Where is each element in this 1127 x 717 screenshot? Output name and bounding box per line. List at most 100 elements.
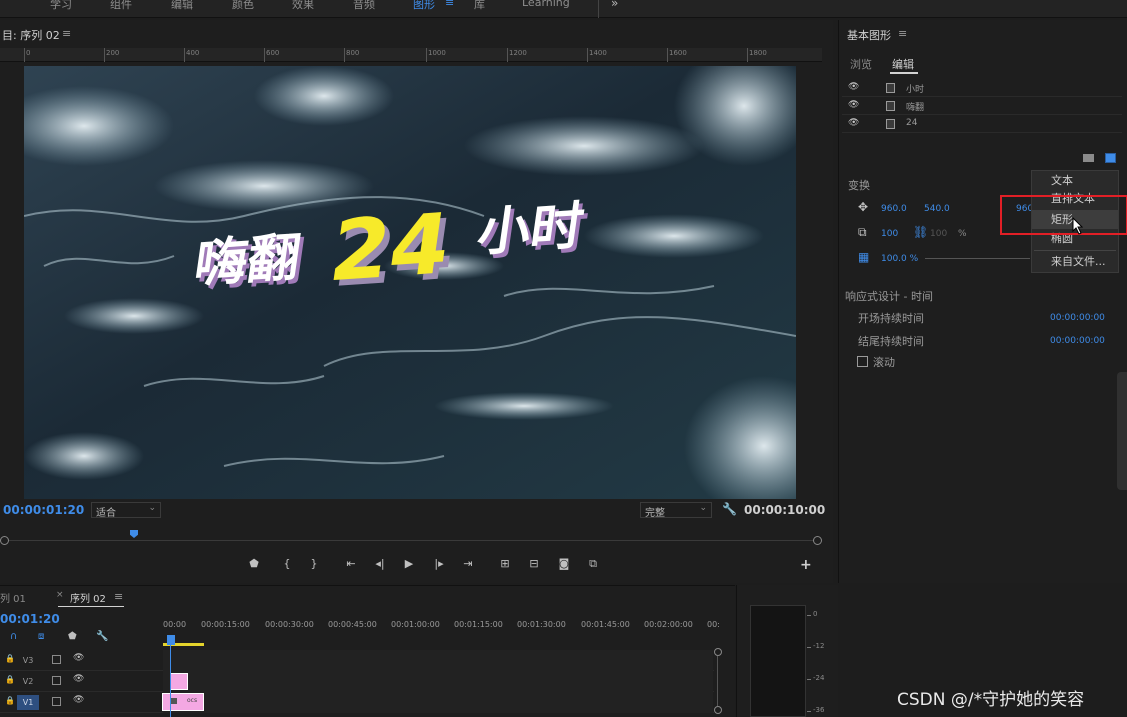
- workspace-tab-learn[interactable]: 学习: [50, 0, 72, 12]
- overwrite-icon[interactable]: ⊟: [525, 555, 543, 573]
- intro-duration-value[interactable]: 00:00:00:00: [1050, 313, 1105, 323]
- menu-item-from-file[interactable]: 来自文件...: [1032, 252, 1118, 271]
- workspace-tab-editing[interactable]: 编辑: [171, 0, 193, 12]
- zoom-fit-select[interactable]: 适合 ⌄: [91, 502, 161, 519]
- insert-icon[interactable]: ⊞: [496, 555, 514, 573]
- panel-menu-icon[interactable]: ≡: [898, 27, 907, 40]
- workspace-bar: 学习 组件 编辑 颜色 效果 音频 图形 ≡ 库 Learning »: [0, 0, 1127, 18]
- marker-icon[interactable]: ⬟: [245, 555, 263, 573]
- step-back-icon[interactable]: ◂|: [371, 555, 389, 573]
- timeline-vertical-scroll[interactable]: [714, 648, 722, 714]
- workspace-tab-assembly[interactable]: 组件: [110, 0, 132, 12]
- timeline-timecode[interactable]: 00:01:20: [0, 612, 60, 626]
- track-name[interactable]: V3: [17, 653, 39, 668]
- graphic-clip-v2[interactable]: [170, 673, 188, 690]
- workspace-tab-audio[interactable]: 音频: [353, 0, 375, 12]
- sync-lock-icon[interactable]: [52, 697, 61, 706]
- folder-icon[interactable]: [1083, 154, 1094, 162]
- link-icon[interactable]: ⛓: [913, 225, 928, 239]
- camera-icon[interactable]: ◙: [555, 555, 573, 573]
- workspace-menu-icon[interactable]: ≡: [445, 0, 454, 9]
- add-marker-icon[interactable]: ⬟: [68, 631, 77, 642]
- lock-icon[interactable]: 🔒: [5, 675, 15, 684]
- essential-graphics-title[interactable]: 基本图形: [847, 27, 891, 43]
- double-chevron-right-icon[interactable]: »: [611, 0, 618, 10]
- sync-lock-icon[interactable]: [52, 655, 61, 664]
- panel-menu-icon[interactable]: ≡: [62, 27, 71, 40]
- panel-menu-icon[interactable]: ≡: [114, 590, 123, 603]
- scroll-handle-top[interactable]: [714, 648, 722, 656]
- wrench-icon[interactable]: 🔧: [722, 502, 737, 516]
- track-lane[interactable]: [163, 692, 713, 713]
- eye-icon[interactable]: 👁: [848, 118, 859, 128]
- eye-icon[interactable]: 👁: [73, 653, 84, 663]
- opacity-value[interactable]: 100.0 %: [881, 254, 918, 264]
- mark-in-icon[interactable]: {: [278, 555, 296, 573]
- eye-icon[interactable]: 👁: [848, 82, 859, 92]
- play-icon[interactable]: ▶: [400, 555, 418, 573]
- playhead-timecode[interactable]: 00:00:01:20: [3, 503, 84, 517]
- scale-value[interactable]: 100: [881, 229, 898, 239]
- scroll-handle-bottom[interactable]: [714, 706, 722, 714]
- opacity-slider[interactable]: [925, 258, 1030, 259]
- new-layer-icon[interactable]: [1105, 153, 1116, 163]
- ruler-tick: 1800: [749, 49, 767, 57]
- menu-item-text[interactable]: 文本: [1032, 171, 1118, 190]
- add-button-icon[interactable]: +: [800, 557, 812, 573]
- timeline-tools: ∩ ⧈ ⬟ 🔧: [8, 631, 118, 645]
- snap-icon[interactable]: ∩: [10, 631, 17, 642]
- tab-edit[interactable]: 编辑: [892, 56, 914, 72]
- ocean-footage-frame: 嗨翻 嗨翻 24 24 小时 小时: [24, 66, 796, 499]
- go-to-out-icon[interactable]: ⇥: [459, 555, 477, 573]
- video-clip-v1[interactable]: ocs: [162, 693, 204, 711]
- meter-tick: [807, 711, 811, 712]
- scrubber-end-handle[interactable]: [813, 536, 822, 545]
- eye-icon[interactable]: 👁: [73, 674, 84, 684]
- track-name[interactable]: V1: [17, 695, 39, 710]
- video-canvas[interactable]: 嗨翻 嗨翻 24 24 小时 小时: [24, 66, 796, 499]
- workspace-tab-color[interactable]: 颜色: [232, 0, 254, 12]
- tab-browse[interactable]: 浏览: [850, 56, 872, 72]
- track-lane[interactable]: [163, 650, 713, 671]
- program-monitor-tab[interactable]: 目: 序列 02: [2, 27, 60, 43]
- ruler-tick: 400: [186, 49, 200, 57]
- step-forward-icon[interactable]: |▸: [430, 555, 448, 573]
- go-to-in-icon[interactable]: ⇤: [342, 555, 360, 573]
- scrubber-start-handle[interactable]: [0, 536, 9, 545]
- position-x-value[interactable]: 960.0: [881, 204, 907, 214]
- workspace-tab-effects[interactable]: 效果: [292, 0, 314, 12]
- mark-out-icon[interactable]: }: [305, 555, 323, 573]
- linked-selection-icon[interactable]: ⧈: [38, 631, 44, 642]
- ruler-tick: 0: [26, 49, 31, 57]
- workspace-tab-graphics[interactable]: 图形: [413, 0, 435, 12]
- wrench-icon[interactable]: 🔧: [96, 631, 108, 642]
- layer-item[interactable]: 👁 嗨翻: [842, 98, 1122, 115]
- workspace-tab-learning[interactable]: Learning: [522, 0, 570, 9]
- workspace-tab-libraries[interactable]: 库: [474, 0, 485, 12]
- track-name[interactable]: V2: [17, 674, 39, 689]
- ruler-line: [264, 48, 265, 62]
- position-y-value[interactable]: 540.0: [924, 204, 950, 214]
- lock-icon[interactable]: 🔒: [5, 654, 15, 663]
- scrubber-playhead[interactable]: [130, 530, 138, 538]
- close-icon[interactable]: ×: [56, 590, 64, 600]
- roll-checkbox[interactable]: [857, 356, 868, 367]
- panel-scroll-handle[interactable]: [1117, 372, 1127, 490]
- compare-icon[interactable]: ⧉: [584, 555, 602, 573]
- tab-sequence-01[interactable]: 列 01: [0, 590, 26, 605]
- timeline-ruler[interactable]: 00:00 00:00:15:00 00:00:30:00 00:00:45:0…: [163, 620, 720, 634]
- sync-lock-icon[interactable]: [52, 676, 61, 685]
- lock-icon[interactable]: 🔒: [5, 696, 15, 705]
- playback-quality-select[interactable]: 完整 ⌄: [640, 502, 712, 519]
- transform-section-label: 变换: [848, 179, 870, 192]
- eye-icon[interactable]: 👁: [848, 100, 859, 110]
- layer-item[interactable]: 👁 小时: [842, 80, 1122, 97]
- layer-item[interactable]: 👁 24: [842, 116, 1122, 133]
- timeline-playhead[interactable]: [167, 635, 175, 645]
- track-lane[interactable]: [163, 671, 713, 692]
- tab-sequence-02[interactable]: 序列 02: [70, 590, 106, 605]
- active-tab-underline: [58, 606, 124, 607]
- eye-icon[interactable]: 👁: [73, 695, 84, 705]
- outro-duration-value[interactable]: 00:00:00:00: [1050, 336, 1105, 346]
- playback-scrubber[interactable]: [0, 530, 822, 548]
